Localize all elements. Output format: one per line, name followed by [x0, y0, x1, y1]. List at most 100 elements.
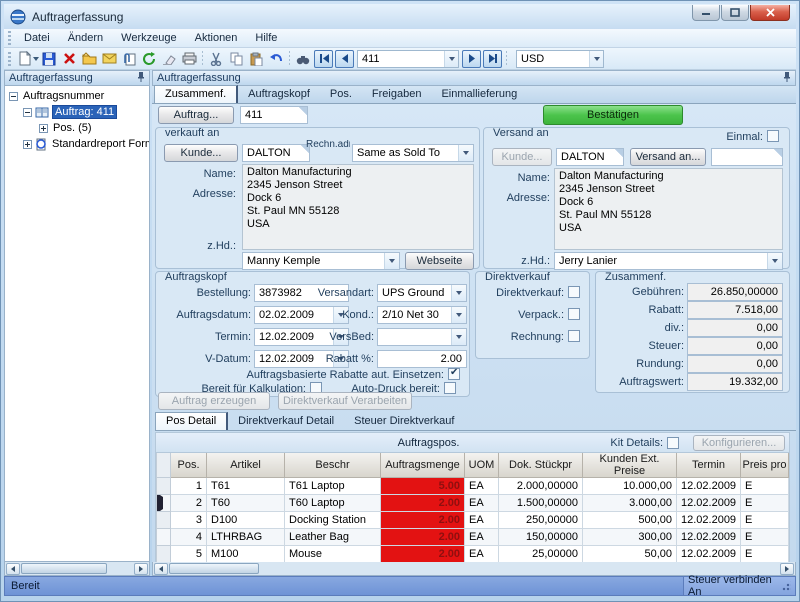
verpack-checkbox[interactable] [568, 308, 580, 320]
cell-preis-pro[interactable]: E [741, 529, 789, 546]
cut-icon[interactable] [206, 50, 226, 68]
cell-artikel[interactable]: T60 [207, 495, 285, 512]
tab-einmallieferung[interactable]: Einmallieferung [431, 86, 527, 103]
autoapply-checkbox[interactable] [448, 368, 460, 380]
cell-termin[interactable]: 12.02.2009 [677, 495, 741, 512]
paste-icon[interactable] [246, 50, 266, 68]
col-beschr[interactable]: Beschr [285, 453, 381, 478]
search-icon[interactable] [293, 50, 313, 68]
scroll-right-icon[interactable] [780, 563, 794, 575]
table-row[interactable]: 1 T61 T61 Laptop 5.00 EA 2.000,00000 10.… [157, 478, 789, 495]
record-combobox[interactable]: 411 [357, 50, 459, 68]
cell-pos[interactable]: 5 [171, 546, 207, 563]
cell-beschr[interactable]: T60 Laptop [285, 495, 381, 512]
cell-artikel[interactable]: M100 [207, 546, 285, 563]
cell-ext-preise[interactable]: 500,00 [583, 512, 677, 529]
col-termin[interactable]: Termin [677, 453, 741, 478]
attn-dropdown-icon[interactable] [384, 253, 399, 269]
cell-termin[interactable]: 12.02.2009 [677, 546, 741, 563]
cell-ext-preise[interactable]: 10.000,00 [583, 478, 677, 495]
attachment-icon[interactable] [119, 50, 139, 68]
tree-item-label[interactable]: Standardreport Forma [50, 138, 150, 150]
cell-ext-preise[interactable]: 50,00 [583, 546, 677, 563]
toolbar-grip[interactable] [8, 52, 11, 66]
cell-pos[interactable]: 3 [171, 512, 207, 529]
menu-hilfe[interactable]: Hilfe [246, 30, 286, 46]
cell-uom[interactable]: EA [465, 495, 499, 512]
tree-item-label[interactable]: Pos. (5) [51, 122, 94, 134]
expand-icon[interactable] [39, 124, 48, 133]
table-row-current[interactable]: 2 T60 T60 Laptop 2.00 EA 1.500,00000 3.0… [157, 495, 789, 512]
pin-icon[interactable] [783, 71, 791, 85]
versbed-dropdown-icon[interactable] [451, 329, 466, 345]
open-folder-icon[interactable] [79, 50, 99, 68]
tab-zusammenf[interactable]: Zusammenf. [154, 85, 238, 103]
resize-grip[interactable] [782, 581, 791, 591]
collapse-icon[interactable] [9, 92, 18, 101]
tree-horizontal-scrollbar[interactable] [4, 562, 150, 576]
cell-beschr[interactable]: Mouse [285, 546, 381, 563]
cell-pos[interactable]: 1 [171, 478, 207, 495]
cell-stueckpr[interactable]: 150,00000 [499, 529, 583, 546]
autoprint-checkbox[interactable] [444, 382, 456, 394]
title-bar[interactable]: Auftragerfassung [4, 4, 796, 29]
col-artikel[interactable]: Artikel [207, 453, 285, 478]
currency-dropdown-icon[interactable] [589, 51, 603, 67]
currency-combobox[interactable]: USD [516, 50, 604, 68]
undo-icon[interactable] [266, 50, 286, 68]
first-record-icon[interactable] [314, 50, 333, 68]
minimize-button[interactable] [692, 5, 720, 21]
versand-an-button[interactable]: Versand an... [630, 148, 706, 166]
cell-ext-preise[interactable]: 300,00 [583, 529, 677, 546]
cell-auftragsmenge[interactable]: 2.00 [381, 529, 465, 546]
cell-artikel[interactable]: LTHRBAG [207, 529, 285, 546]
order-number-field[interactable]: 411 [240, 106, 308, 124]
cell-auftragsmenge[interactable]: 5.00 [381, 478, 465, 495]
last-record-icon[interactable] [483, 50, 502, 68]
cell-auftragsmenge[interactable]: 2.00 [381, 546, 465, 563]
cell-pos[interactable]: 2 [171, 495, 207, 512]
cell-termin[interactable]: 12.02.2009 [677, 529, 741, 546]
tab-steuer-direktverkauf[interactable]: Steuer Direktverkauf [344, 413, 464, 430]
cell-stueckpr[interactable]: 25,00000 [499, 546, 583, 563]
menu-aktionen[interactable]: Aktionen [186, 30, 247, 46]
tab-freigaben[interactable]: Freigaben [362, 86, 432, 103]
save-icon[interactable] [39, 50, 59, 68]
eraser-icon[interactable] [159, 50, 179, 68]
cell-auftragsmenge[interactable]: 2.00 [381, 512, 465, 529]
cell-preis-pro[interactable]: E [741, 478, 789, 495]
col-uom[interactable]: UOM [465, 453, 499, 478]
einmal-checkbox[interactable] [767, 130, 779, 142]
cell-termin[interactable]: 12.02.2009 [677, 478, 741, 495]
cell-stueckpr[interactable]: 2.000,00000 [499, 478, 583, 495]
menubar-grip[interactable] [8, 31, 11, 45]
tree-item-pos[interactable]: Pos. (5) [5, 120, 149, 136]
tree-item-auftragsnummer[interactable]: Auftragsnummer [5, 88, 149, 104]
ship-attn-combobox[interactable]: Jerry Lanier [554, 252, 783, 270]
copy-icon[interactable] [226, 50, 246, 68]
bestaetigen-button[interactable]: Bestätigen [543, 105, 683, 125]
tree-item-auftrag[interactable]: Auftrag: 411 [5, 104, 149, 120]
tab-pos-detail[interactable]: Pos Detail [155, 412, 228, 430]
kit-details-checkbox[interactable] [667, 437, 679, 449]
cell-artikel[interactable]: D100 [207, 512, 285, 529]
billto-combobox[interactable]: Same as Sold To [352, 144, 474, 162]
direktverkauf-checkbox[interactable] [568, 286, 580, 298]
tree-item-label[interactable]: Auftragsnummer [21, 90, 106, 102]
table-row[interactable]: 4 LTHRBAG Leather Bag 2.00 EA 150,00000 … [157, 529, 789, 546]
auftrag-button[interactable]: Auftrag... [158, 106, 234, 124]
col-dok-stueckpr[interactable]: Dok. Stückpr [499, 453, 583, 478]
cell-pos[interactable]: 4 [171, 529, 207, 546]
prev-record-icon[interactable] [335, 50, 354, 68]
cell-ext-preise[interactable]: 3.000,00 [583, 495, 677, 512]
table-row[interactable]: 3 D100 Docking Station 2.00 EA 250,00000… [157, 512, 789, 529]
kond-combobox[interactable]: 2/10 Net 30 [377, 306, 467, 324]
cell-beschr[interactable]: Docking Station [285, 512, 381, 529]
scroll-left-icon[interactable] [154, 563, 168, 575]
cell-uom[interactable]: EA [465, 529, 499, 546]
sold-to-customer-field[interactable]: DALTON [242, 144, 310, 162]
next-record-icon[interactable] [462, 50, 481, 68]
menu-aendern[interactable]: Ändern [59, 30, 112, 46]
versbed-combobox[interactable] [377, 328, 467, 346]
cell-uom[interactable]: EA [465, 478, 499, 495]
